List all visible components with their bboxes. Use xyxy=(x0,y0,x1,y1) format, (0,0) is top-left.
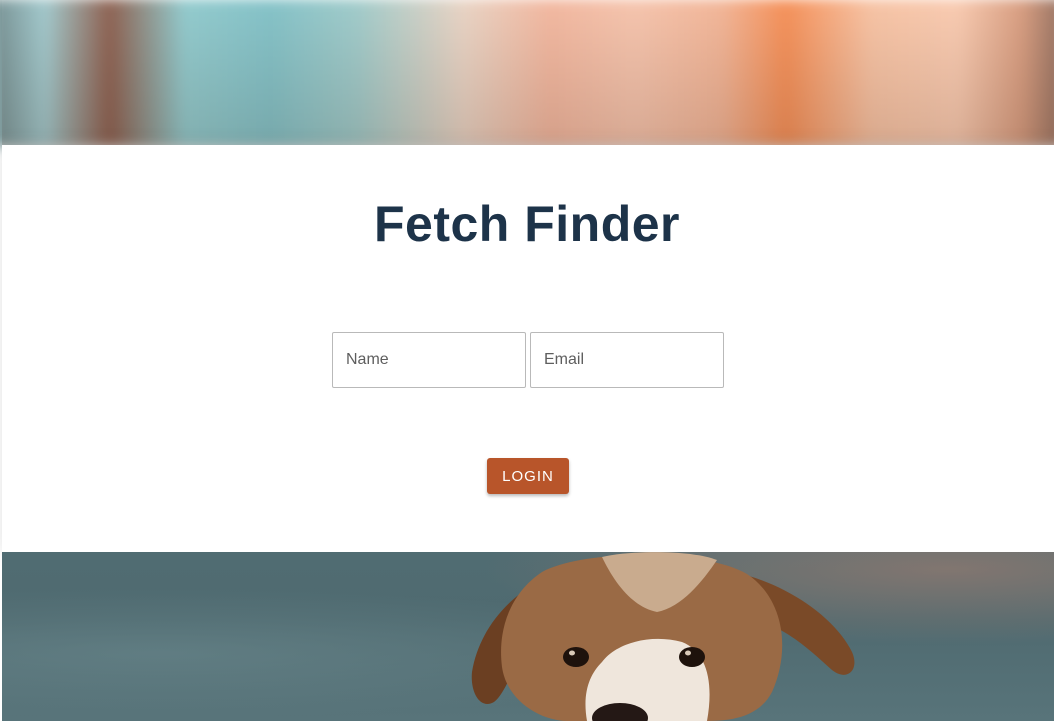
name-input[interactable] xyxy=(333,333,525,387)
login-page: Fetch Finder LOGIN xyxy=(0,0,1054,721)
email-input[interactable] xyxy=(531,333,723,387)
dog-image xyxy=(471,552,855,721)
page-title: Fetch Finder xyxy=(373,196,681,252)
name-field[interactable] xyxy=(332,332,526,388)
top-banner-overlay xyxy=(2,0,1054,145)
login-button[interactable]: LOGIN xyxy=(487,458,569,494)
email-field[interactable] xyxy=(530,332,724,388)
bottom-banner-image xyxy=(2,552,1054,721)
